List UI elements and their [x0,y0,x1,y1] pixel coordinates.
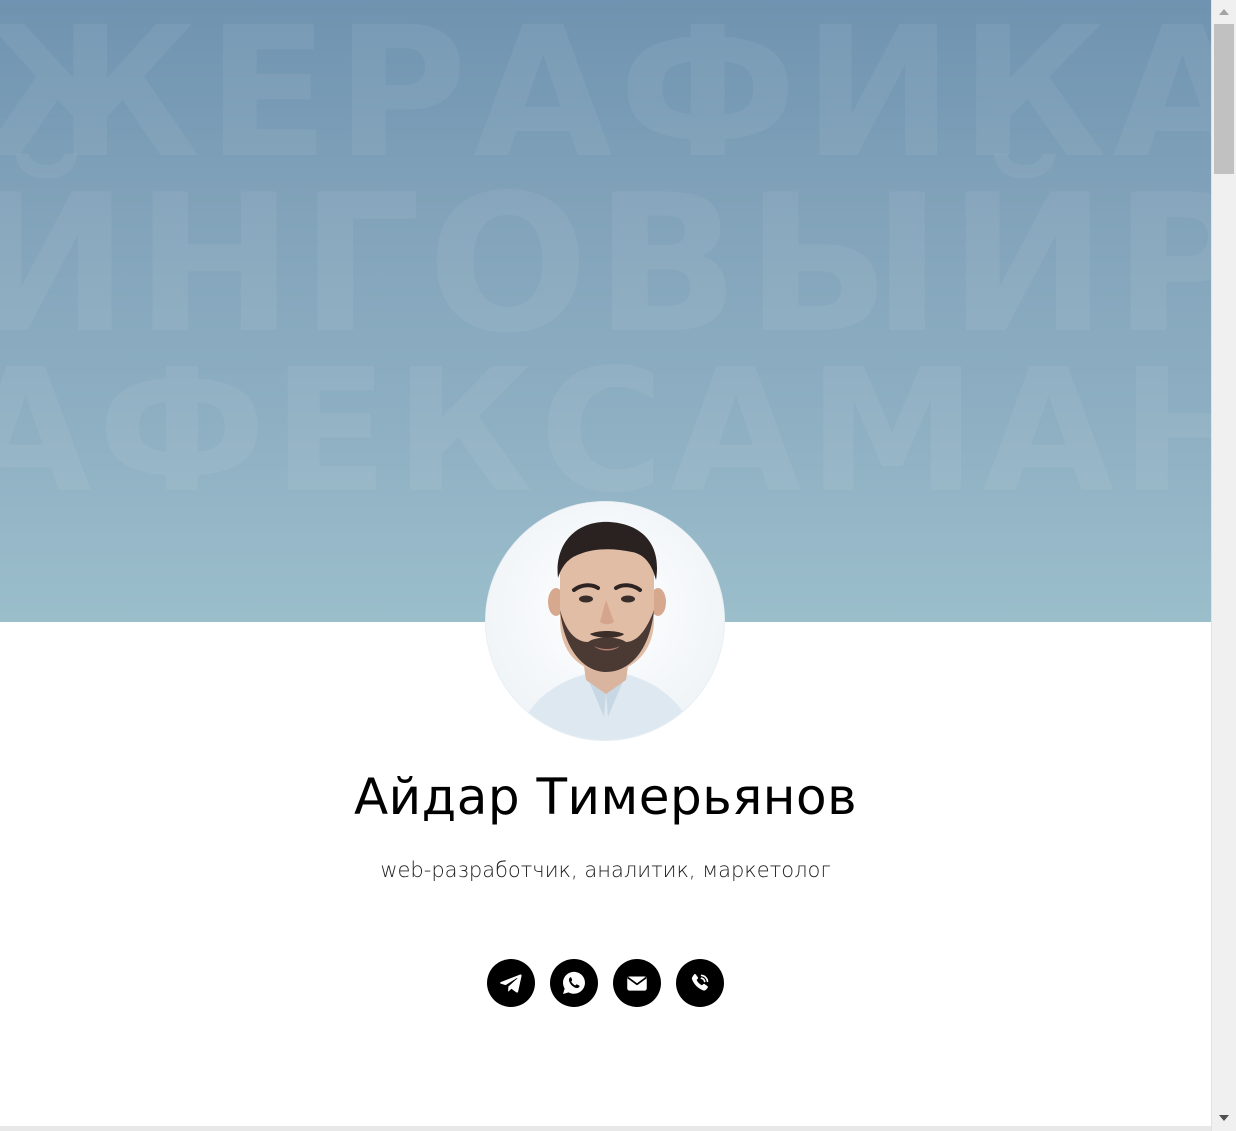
profile-name: Айдар Тимерьянов [353,768,858,826]
vertical-scrollbar[interactable] [1211,0,1236,1131]
section-divider [0,1126,1211,1131]
viber-phone-icon [691,974,709,991]
whatsapp-icon [563,971,585,994]
viber-button[interactable] [676,959,724,1007]
scrollbar-thumb[interactable] [1214,24,1234,174]
telegram-button[interactable] [487,959,535,1007]
mail-icon [627,976,647,991]
whatsapp-button[interactable] [550,959,598,1007]
email-button[interactable] [613,959,661,1007]
scroll-up-arrow-icon[interactable] [1212,2,1236,22]
telegram-icon [500,974,522,993]
social-links [0,959,1211,1007]
scroll-down-arrow-icon[interactable] [1212,1108,1236,1128]
profile-subtitle: web-разработчик, аналитик, маркетолог [380,858,831,882]
page: ЖЕРАФИКАЖЕ ЙНГОВЫЙРЕ АФЕКСАМАН [0,0,1211,1131]
avatar [486,502,724,740]
